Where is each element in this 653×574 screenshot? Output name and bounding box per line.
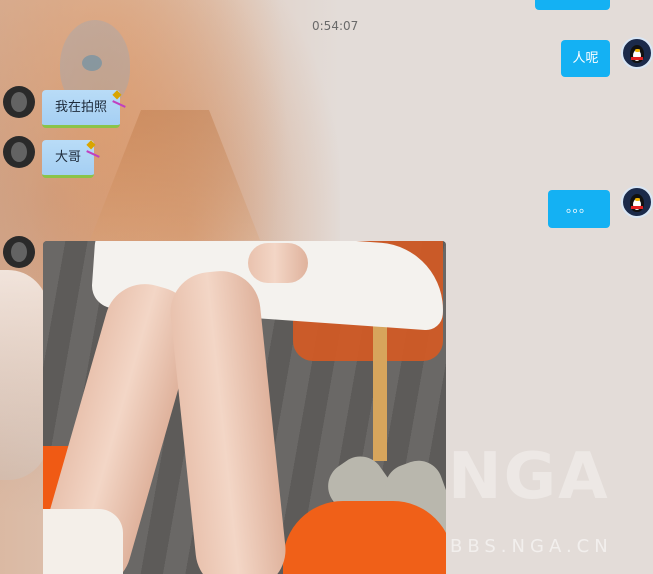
message-timestamp: 0:54:07 (312, 19, 359, 33)
wallpaper-tower (90, 110, 260, 240)
message-text: 我在拍照 (54, 99, 107, 115)
nga-watermark-url: BBS.NGA.CN (450, 536, 613, 557)
wallpaper-splash (0, 270, 48, 480)
message-text: 大哥 (54, 149, 81, 165)
peer-avatar[interactable] (3, 86, 35, 118)
qq-penguin-scarf (631, 206, 643, 209)
kite-icon: ◆ (112, 87, 122, 101)
photo-foot (248, 243, 308, 283)
message-text: 人呢 (572, 50, 599, 66)
qq-penguin-beak (635, 198, 640, 201)
photo-table-leg (373, 311, 387, 461)
peer-avatar[interactable] (3, 136, 35, 168)
photo-shorts (43, 509, 123, 574)
message-bubble-outgoing[interactable] (535, 0, 610, 10)
self-avatar[interactable] (621, 186, 653, 218)
kite-icon: ◆ (86, 137, 96, 151)
nga-watermark-logo: NGA (448, 440, 610, 514)
message-bubble-outgoing[interactable]: 人呢 (561, 40, 610, 77)
qq-penguin-beak (635, 49, 640, 52)
wallpaper-character-eye (82, 55, 102, 71)
message-image[interactable] (43, 241, 446, 574)
qq-penguin-scarf (631, 57, 643, 60)
photo-cushion (283, 501, 446, 574)
message-bubble-outgoing[interactable]: 。。。 (548, 190, 610, 228)
message-text: 。。。 (565, 201, 592, 216)
message-bubble-incoming[interactable]: 我在拍照 (42, 90, 120, 128)
self-avatar[interactable] (621, 37, 653, 69)
peer-avatar[interactable] (3, 236, 35, 268)
